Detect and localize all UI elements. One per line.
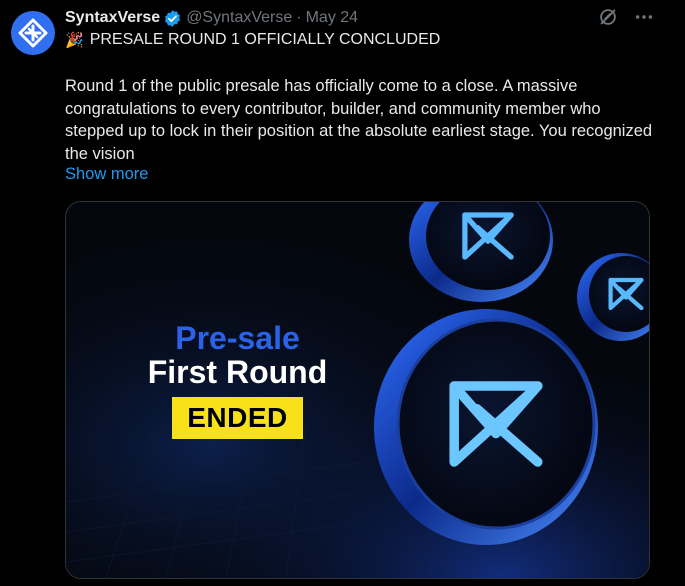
post-date[interactable]: May 24 — [306, 9, 358, 27]
avatar[interactable] — [11, 11, 55, 55]
tweet-media[interactable]: Pre-sale First Round ENDED — [65, 201, 650, 579]
party-popper-icon: 🎉 — [65, 32, 84, 49]
media-artwork — [66, 202, 649, 578]
display-name[interactable]: SyntaxVerse — [65, 9, 160, 27]
show-more-link[interactable]: Show more — [65, 165, 148, 184]
grok-icon[interactable] — [597, 6, 619, 28]
header-actions — [597, 6, 655, 28]
tweet-headline: 🎉 PRESALE ROUND 1 OFFICIALLY CONCLUDED — [65, 31, 440, 49]
tweet-body: Round 1 of the public presale has offici… — [65, 77, 653, 163]
media-ended-badge: ENDED — [172, 397, 303, 439]
tweet[interactable]: SyntaxVerse @SyntaxVerse · May 24 🎉 PRES… — [0, 0, 685, 586]
more-icon[interactable] — [633, 6, 655, 28]
tweet-header: SyntaxVerse @SyntaxVerse · May 24 — [65, 7, 358, 29]
handle[interactable]: @SyntaxVerse — [186, 9, 292, 27]
media-presale-title: Pre-sale — [175, 320, 300, 356]
headline-text: PRESALE ROUND 1 OFFICIALLY CONCLUDED — [89, 31, 441, 48]
media-first-round: First Round — [147, 354, 328, 390]
separator-dot: · — [296, 9, 302, 26]
logo-icon — [18, 18, 48, 48]
verified-badge-icon — [163, 9, 182, 28]
